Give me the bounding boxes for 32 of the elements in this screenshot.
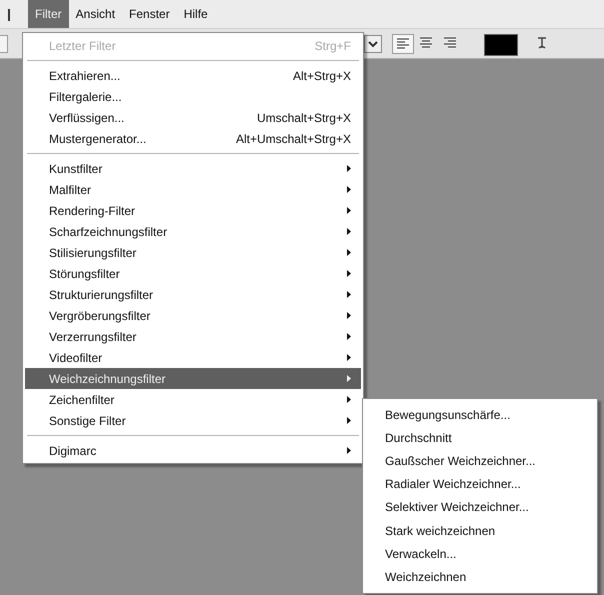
- menu-item[interactable]: Störungsfilter: [25, 263, 361, 284]
- menu-item[interactable]: Sonstige Filter: [25, 410, 361, 431]
- menu-item[interactable]: Gaußscher Weichzeichner...: [365, 449, 595, 473]
- menu-item[interactable]: Filtergalerie...: [25, 86, 361, 107]
- menu-item[interactable]: Digimarc: [25, 440, 361, 461]
- menu-item[interactable]: Filter: [28, 0, 69, 28]
- menu-item[interactable]: Verzerrungsfilter: [25, 326, 361, 347]
- menu-item[interactable]: Verflüssigen... Umschalt+Strg+X: [25, 107, 361, 128]
- menu-item[interactable]: Strukturierungsfilter: [25, 284, 361, 305]
- menu-item[interactable]: Weichzeichnen: [365, 565, 595, 588]
- menu-item[interactable]: Bewegungsunschärfe...: [365, 403, 595, 426]
- menu-item[interactable]: Zeichenfilter: [25, 389, 361, 410]
- menu-item[interactable]: Radialer Weichzeichner...: [365, 472, 595, 496]
- menu-item[interactable]: Scharfzeichnungsfilter: [25, 221, 361, 242]
- menu-item[interactable]: Stilisierungsfilter: [25, 242, 361, 263]
- menu-item[interactable]: Extrahieren... Alt+Strg+X: [25, 65, 361, 86]
- menu-item[interactable]: Selektiver Weichzeichner...: [365, 496, 595, 519]
- menu-item[interactable]: Rendering-Filter: [25, 200, 361, 221]
- menu-item[interactable]: Verwackeln...: [365, 542, 595, 566]
- menu-item[interactable]: Ansicht: [68, 0, 122, 28]
- menu-item[interactable]: Vergröberungsfilter: [25, 305, 361, 326]
- menu-item[interactable]: Weichzeichnungsfilter: [25, 368, 361, 389]
- menu-item[interactable]: Stark weichzeichnen: [365, 518, 595, 542]
- menu-item[interactable]: Durchschnitt: [365, 426, 595, 450]
- menu-item[interactable]: Mustergenerator... Alt+Umschalt+Strg+X: [25, 128, 361, 149]
- color-swatch[interactable]: [484, 34, 518, 56]
- align-left-icon[interactable]: [392, 34, 414, 54]
- menu-item[interactable]: Fenster: [122, 0, 177, 28]
- menu-item[interactable]: Malfilter: [25, 179, 361, 200]
- menu-item[interactable]: Videofilter: [25, 347, 361, 368]
- menu-item[interactable]: Hilfe: [176, 0, 215, 28]
- menu-item[interactable]: Kunstfilter: [25, 158, 361, 179]
